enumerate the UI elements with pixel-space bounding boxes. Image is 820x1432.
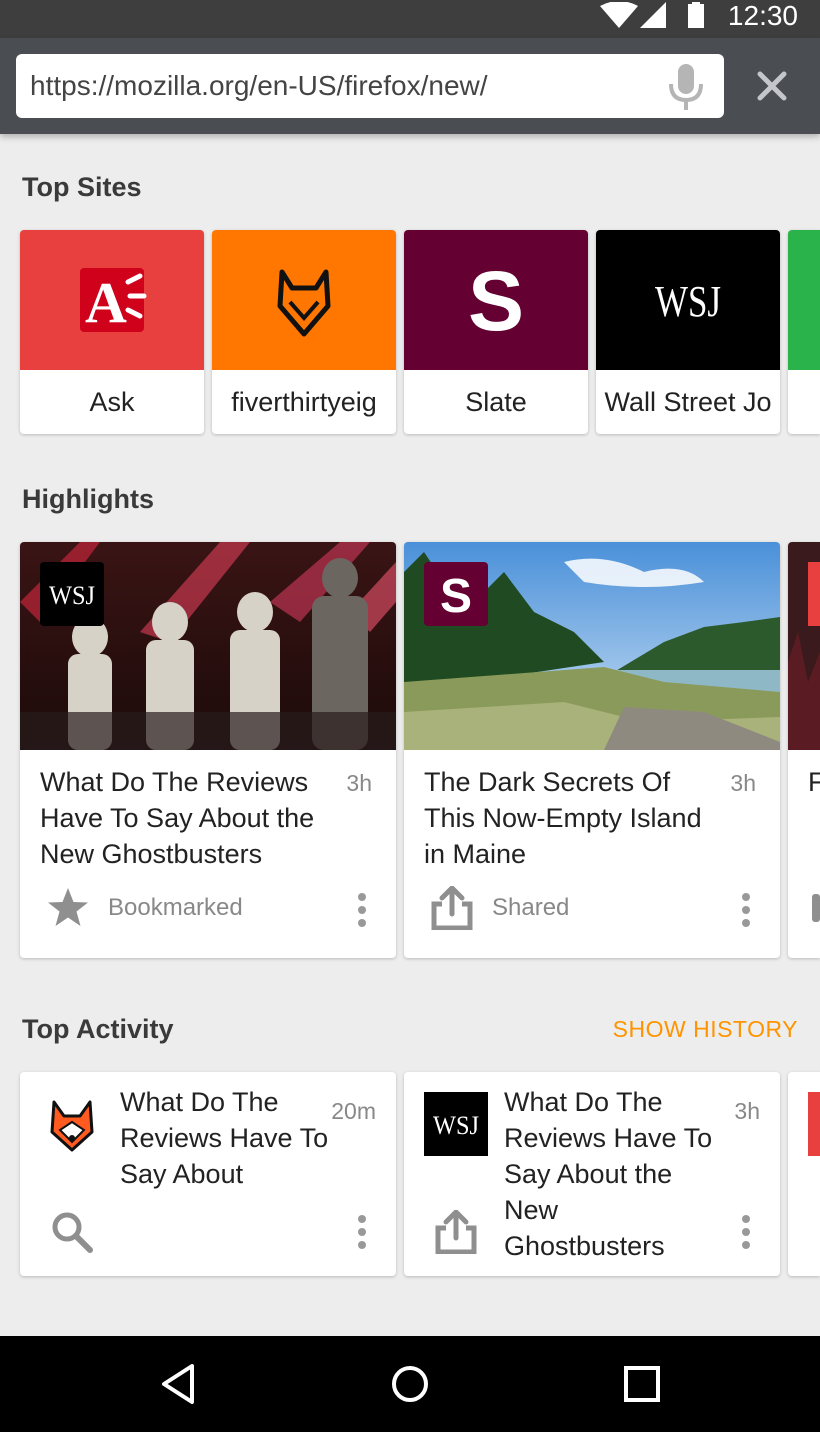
partial-logo bbox=[788, 230, 820, 370]
home-icon[interactable] bbox=[386, 1360, 434, 1408]
top-site-label: Slate bbox=[465, 387, 527, 417]
back-icon[interactable] bbox=[156, 1360, 204, 1408]
highlight-time: 3h bbox=[346, 770, 372, 796]
top-site-tile-slate[interactable]: S Slate bbox=[404, 230, 588, 434]
activity-time: 3h bbox=[734, 1098, 760, 1124]
top-sites-title: Top Sites bbox=[22, 172, 142, 202]
status-icons bbox=[600, 2, 710, 30]
svg-text:S: S bbox=[440, 570, 472, 623]
activity-time: 20m bbox=[331, 1098, 376, 1124]
partial-logo bbox=[808, 1092, 820, 1156]
highlight-card[interactable]: S The Dark Secrets Of This Now-Empty Isl… bbox=[404, 542, 780, 958]
activity-card-partial[interactable] bbox=[788, 1072, 820, 1276]
share-icon bbox=[435, 1210, 477, 1254]
battery-icon bbox=[688, 2, 704, 28]
share-icon bbox=[431, 886, 473, 930]
svg-text:WSJ: WSJ bbox=[655, 277, 721, 326]
highlight-card[interactable]: WSJ What Do The Reviews Have To Say Abou… bbox=[20, 542, 396, 958]
url-toolbar: https://mozilla.org/en-US/firefox/new/ bbox=[0, 38, 820, 134]
svg-text:A: A bbox=[85, 270, 127, 335]
top-site-tile-fivethirtyeight[interactable]: fiverthirtyeig bbox=[212, 230, 396, 434]
top-activity-title: Top Activity bbox=[22, 1014, 174, 1044]
highlight-status: Bookmarked bbox=[108, 894, 243, 921]
highlight-title: The Dark Secrets Of This Now-Empty Islan… bbox=[424, 767, 702, 869]
more-options-icon[interactable] bbox=[741, 1215, 751, 1249]
star-icon bbox=[48, 888, 88, 926]
fox-icon bbox=[212, 230, 396, 370]
top-site-tile-ask[interactable]: A Ask bbox=[20, 230, 204, 434]
highlight-title: F bbox=[808, 767, 820, 797]
search-icon bbox=[52, 1212, 93, 1253]
svg-text:WSJ: WSJ bbox=[49, 581, 95, 610]
wsj-logo: WSJ bbox=[596, 230, 780, 370]
ask-logo: A bbox=[20, 230, 204, 370]
highlight-card-partial[interactable]: F bbox=[788, 542, 820, 958]
url-text[interactable]: https://mozilla.org/en-US/firefox/new/ bbox=[30, 54, 488, 118]
more-options-icon[interactable] bbox=[357, 893, 367, 927]
highlight-time: 3h bbox=[730, 770, 756, 796]
activity-title: What Do The Reviews Have To Say About th… bbox=[504, 1087, 713, 1261]
highlight-title: What Do The Reviews Have To Say About th… bbox=[40, 767, 315, 869]
top-site-tile-partial[interactable] bbox=[788, 230, 820, 434]
close-icon[interactable] bbox=[752, 66, 792, 106]
activity-card[interactable]: What Do The Reviews Have To Say About 20… bbox=[20, 1072, 396, 1276]
status-bar: 12:30 bbox=[0, 0, 820, 38]
url-field[interactable]: https://mozilla.org/en-US/firefox/new/ bbox=[16, 54, 724, 118]
navigation-bar bbox=[0, 1336, 820, 1432]
top-site-label: Wall Street Jo bbox=[604, 387, 772, 417]
recents-icon[interactable] bbox=[618, 1360, 666, 1408]
fox-icon bbox=[50, 1100, 94, 1152]
svg-text:WSJ: WSJ bbox=[433, 1111, 479, 1140]
more-options-icon[interactable] bbox=[741, 893, 751, 927]
microphone-icon[interactable] bbox=[668, 64, 704, 110]
slate-logo: S bbox=[404, 230, 588, 370]
top-site-tile-wsj[interactable]: WSJ Wall Street Jo bbox=[596, 230, 780, 434]
partial-status-icon bbox=[812, 894, 820, 922]
wifi-icon bbox=[600, 2, 638, 28]
highlights-title: Highlights bbox=[22, 484, 154, 514]
status-time: 12:30 bbox=[727, 0, 798, 31]
highlight-image: WSJ bbox=[20, 542, 396, 750]
top-site-label: fiverthirtyeig bbox=[231, 387, 377, 417]
cell-signal-icon bbox=[640, 2, 666, 28]
wsj-badge: WSJ bbox=[40, 562, 104, 626]
slate-badge: S bbox=[424, 562, 488, 626]
activity-card[interactable]: WSJ What Do The Reviews Have To Say Abou… bbox=[404, 1072, 780, 1276]
top-site-label: Ask bbox=[89, 387, 135, 417]
svg-text:S: S bbox=[468, 254, 524, 348]
more-options-icon[interactable] bbox=[357, 1215, 367, 1249]
wsj-logo: WSJ bbox=[424, 1092, 488, 1156]
highlight-status: Shared bbox=[492, 894, 570, 921]
activity-title: What Do The Reviews Have To Say About bbox=[120, 1087, 329, 1189]
show-history-link[interactable]: SHOW HISTORY bbox=[613, 1016, 798, 1043]
highlight-image bbox=[788, 542, 820, 750]
highlight-image: S bbox=[404, 542, 780, 750]
